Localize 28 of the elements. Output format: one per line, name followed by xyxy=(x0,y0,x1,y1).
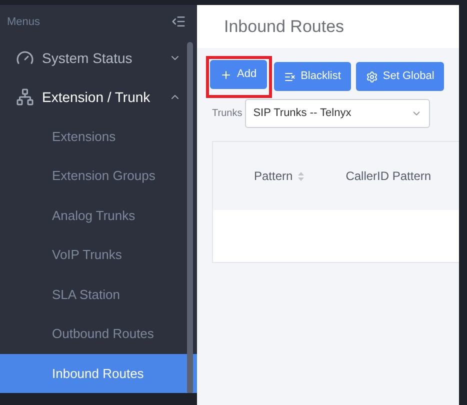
trunks-label: Trunks xyxy=(212,107,242,121)
menu-group-label: System Status xyxy=(42,48,134,68)
column-header[interactable]: CallerID Pattern xyxy=(346,167,432,185)
toolbar-button[interactable]: Add xyxy=(210,60,267,89)
toolbar-button[interactable]: Set Global xyxy=(356,62,444,91)
gear-icon xyxy=(366,70,378,82)
menu-item[interactable]: Inbound Routes xyxy=(0,354,197,393)
page-title: Inbound Routes xyxy=(224,16,344,38)
trunks-select[interactable]: SIP Trunks -- Telnyx xyxy=(245,99,430,128)
menu-group[interactable]: System Status xyxy=(0,38,197,78)
gauge-icon xyxy=(16,49,34,67)
menu-group-label: Extension / Trunk xyxy=(42,88,152,106)
sort-icon[interactable] xyxy=(298,172,304,180)
menu-item[interactable]: SLA Station xyxy=(0,274,197,314)
plus-icon xyxy=(220,68,232,80)
menu-item[interactable]: Extension Groups xyxy=(0,156,197,196)
menus-heading: Menus xyxy=(7,14,40,30)
collapse-menu-icon[interactable] xyxy=(171,14,186,30)
menu-item[interactable]: Outbound Routes xyxy=(0,314,197,354)
menu-item[interactable]: Extensions xyxy=(0,116,197,156)
column-header[interactable]: Pattern xyxy=(254,167,304,185)
menu-group[interactable]: Extension / Trunk xyxy=(0,78,197,116)
list-icon xyxy=(284,70,296,82)
menu-item[interactable]: Analog Trunks xyxy=(0,196,197,235)
toolbar-button[interactable]: Blacklist xyxy=(274,62,351,91)
network-icon xyxy=(16,88,34,106)
scrollbar[interactable] xyxy=(187,42,193,393)
menu-item[interactable]: VoIP Trunks xyxy=(0,235,197,274)
